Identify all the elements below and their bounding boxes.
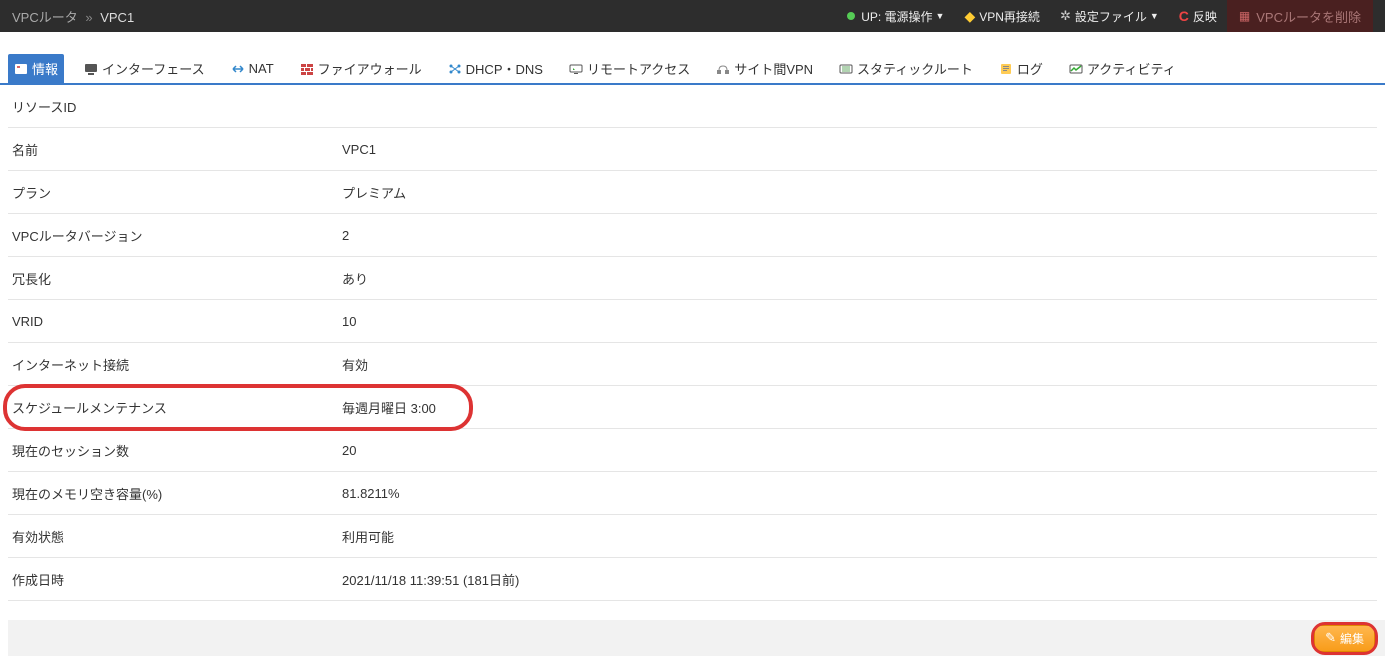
edit-label: 編集 [1340,630,1364,647]
info-label: プラン [12,183,342,202]
info-row-router-version: VPCルータバージョン 2 [8,214,1377,257]
tab-dhcp-dns[interactable]: DHCP・DNS [442,54,549,83]
breadcrumb: VPCルータ » VPC1 [12,7,837,26]
delete-icon: ▦ [1239,9,1250,23]
info-value: 毎週月曜日 3:00 [342,398,1373,417]
power-label: UP: 電源操作 [861,8,932,25]
info-label: 作成日時 [12,570,342,589]
info-value: プレミアム [342,183,1373,202]
nat-icon [231,63,245,75]
info-label: リソースID [12,97,342,116]
info-icon [14,63,28,75]
firewall-icon [300,63,314,75]
info-value: 2021/11/18 11:39:51 (181日前) [342,570,1373,589]
tab-label: DHCP・DNS [466,59,543,78]
tab-label: リモートアクセス [587,59,690,78]
info-row-redundancy: 冗長化 あり [8,257,1377,300]
header-actions: UP: 電源操作 ▼ ◆ VPN再接続 ✲ 設定ファイル ▼ C 反映 ▦ VP… [837,0,1373,32]
apply-button[interactable]: C 反映 [1169,0,1227,32]
tab-label: NAT [249,61,274,76]
info-row-schedule: スケジュールメンテナンス 毎週月曜日 3:00 [8,386,1377,429]
info-row-vrid: VRID 10 [8,300,1377,343]
tab-label: インターフェース [102,59,205,78]
info-label: 現在のメモリ空き容量(%) [12,484,342,503]
info-row-sessions: 現在のセッション数 20 [8,429,1377,472]
info-label: インターネット接続 [12,355,342,374]
tab-nat[interactable]: NAT [225,56,280,81]
delete-label: VPCルータを削除 [1256,7,1361,26]
log-icon [999,63,1013,75]
tab-label: アクティビティ [1087,59,1176,78]
dhcp-icon [448,63,462,75]
info-row-memory: 現在のメモリ空き容量(%) 81.8211% [8,472,1377,515]
tab-static-route[interactable]: スタティックルート [833,54,979,83]
info-label: 現在のセッション数 [12,441,342,460]
vpn-reconnect-label: VPN再接続 [979,8,1040,25]
header-bar: VPCルータ » VPC1 UP: 電源操作 ▼ ◆ VPN再接続 ✲ 設定ファ… [0,0,1385,32]
power-button[interactable]: UP: 電源操作 ▼ [837,0,954,32]
tab-info[interactable]: 情報 [8,54,64,83]
info-value: VPC1 [342,142,1373,157]
info-row-resource-id: リソースID [8,85,1377,128]
info-row-created: 作成日時 2021/11/18 11:39:51 (181日前) [8,558,1377,601]
tab-label: ファイアウォール [318,59,422,78]
remote-icon [569,63,583,75]
tab-label: サイト間VPN [734,59,813,78]
interface-icon [84,63,98,75]
info-label: スケジュールメンテナンス [12,398,342,417]
info-value: あり [342,269,1373,288]
info-row-plan: プラン プレミアム [8,171,1377,214]
edit-button[interactable]: ✎ 編集 [1314,625,1375,652]
info-label: 有効状態 [12,527,342,546]
info-row-name: 名前 VPC1 [8,128,1377,171]
tab-firewall[interactable]: ファイアウォール [294,54,428,83]
info-row-internet: インターネット接続 有効 [8,343,1377,386]
info-value: 有効 [342,355,1373,374]
info-label: VPCルータバージョン [12,226,342,245]
info-label: VRID [12,314,342,329]
route-icon [839,63,853,75]
tab-site-vpn[interactable]: サイト間VPN [710,54,819,83]
vpn-reconnect-button[interactable]: ◆ VPN再接続 [954,0,1049,32]
warning-icon: ◆ [964,8,975,25]
breadcrumb-parent[interactable]: VPCルータ [12,10,78,25]
activity-icon [1069,63,1083,75]
info-content: リソースID 名前 VPC1 プラン プレミアム VPCルータバージョン 2 冗… [0,85,1385,601]
info-row-status: 有効状態 利用可能 [8,515,1377,558]
breadcrumb-separator: » [85,10,92,25]
info-value: 81.8211% [342,486,1373,501]
chevron-down-icon: ▼ [936,11,945,21]
info-value: 20 [342,443,1373,458]
info-label: 冗長化 [12,269,342,288]
info-value: 利用可能 [342,527,1373,546]
gear-icon: ✲ [1060,8,1071,24]
tab-remote-access[interactable]: リモートアクセス [563,54,696,83]
refresh-icon: C [1179,8,1189,24]
delete-router-button[interactable]: ▦ VPCルータを削除 [1227,0,1373,32]
tab-bar: 情報 インターフェース NAT ファイアウォール DHCP・DNS リモートアク… [0,54,1385,85]
info-value: 2 [342,228,1373,243]
tab-label: ログ [1017,59,1043,78]
status-dot-icon [847,12,855,20]
breadcrumb-current: VPC1 [100,10,134,25]
site-vpn-icon [716,63,730,75]
config-file-label: 設定ファイル [1075,8,1147,25]
footer-bar: ✎ 編集 [8,620,1385,656]
tab-log[interactable]: ログ [993,54,1049,83]
chevron-down-icon: ▼ [1150,11,1159,21]
tab-activity[interactable]: アクティビティ [1063,54,1182,83]
config-file-button[interactable]: ✲ 設定ファイル ▼ [1050,0,1169,32]
tab-label: 情報 [32,59,58,78]
info-label: 名前 [12,140,342,159]
tab-label: スタティックルート [857,59,973,78]
info-value: 10 [342,314,1373,329]
tab-interface[interactable]: インターフェース [78,54,211,83]
pencil-icon: ✎ [1325,630,1336,646]
apply-label: 反映 [1193,8,1217,25]
